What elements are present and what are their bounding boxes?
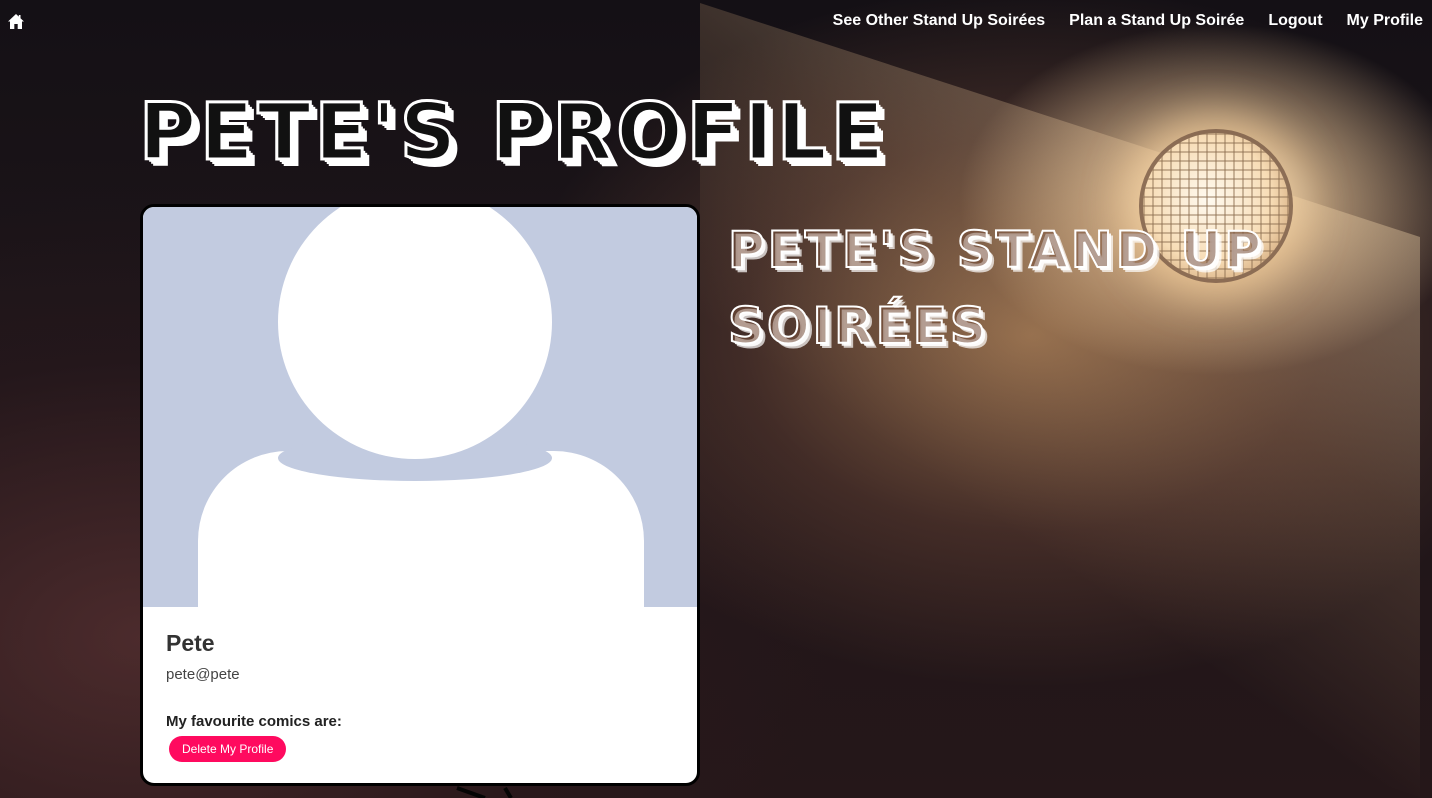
soirees-heading: Pete's Stand Up Soirées — [727, 220, 1264, 356]
delete-profile-button[interactable]: Delete My Profile — [169, 736, 287, 762]
favourite-comics-label: My favourite comics are: — [166, 713, 342, 730]
profile-card: Pete pete@pete My favourite comics are: … — [140, 204, 700, 786]
user-email: pete@pete — [166, 666, 240, 683]
nav-link-see-other-soirees[interactable]: See Other Stand Up Soirées — [833, 12, 1046, 30]
avatar — [143, 207, 697, 607]
top-navbar: See Other Stand Up Soirées Plan a Stand … — [0, 0, 1432, 42]
home-icon[interactable] — [6, 11, 26, 31]
profile-details: Pete pete@pete My favourite comics are: … — [166, 630, 677, 762]
page-title: Pete's Profile — [138, 88, 888, 178]
nav-link-my-profile[interactable]: My Profile — [1347, 12, 1423, 30]
lamp-stand — [456, 786, 513, 798]
nav-link-logout[interactable]: Logout — [1268, 12, 1322, 30]
user-name: Pete — [166, 630, 215, 656]
avatar-head-shape — [278, 207, 552, 459]
nav-link-plan-soiree[interactable]: Plan a Stand Up Soirée — [1069, 12, 1244, 30]
nav-links: See Other Stand Up Soirées Plan a Stand … — [809, 12, 1423, 30]
